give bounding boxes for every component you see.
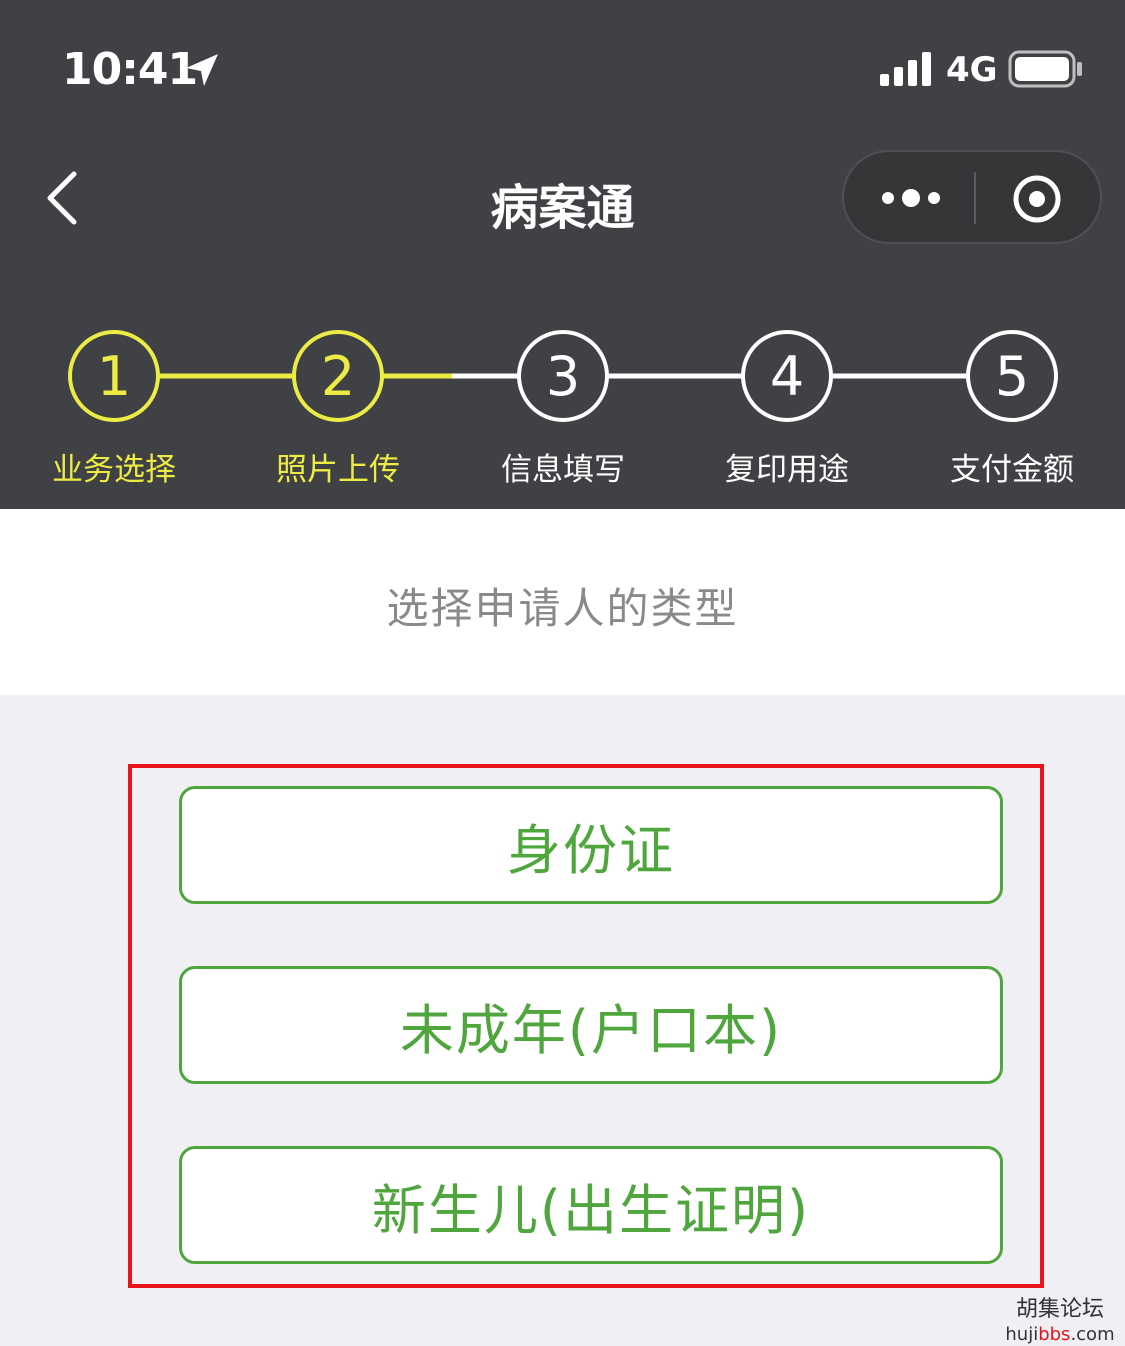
watermark-url-pre: huji <box>1005 1324 1039 1345</box>
heading-section: 选择申请人的类型 <box>0 509 1125 695</box>
stepper-connector <box>160 373 966 379</box>
step-5-circle: 5 <box>966 330 1058 422</box>
option-newborn-birth-cert-button[interactable]: 新生儿(出生证明) <box>179 1146 1003 1264</box>
option-id-card-button[interactable]: 身份证 <box>179 786 1003 904</box>
step-4-label: 复印用途 <box>725 452 849 488</box>
step-4-circle: 4 <box>741 330 833 422</box>
watermark-url-post: .com <box>1070 1324 1115 1345</box>
step-2-circle: 2 <box>292 330 384 422</box>
step-3-label: 信息填写 <box>501 452 625 488</box>
step-5-label: 支付金额 <box>950 452 1074 488</box>
watermark-url-accent: bbs <box>1038 1324 1071 1345</box>
watermark-name: 胡集论坛 <box>1015 1297 1104 1322</box>
section-heading: 选择申请人的类型 <box>386 584 739 633</box>
option-minor-household-button[interactable]: 未成年(户口本) <box>179 966 1003 1084</box>
step-1-label: 业务选择 <box>52 452 176 488</box>
header: 10:41 4G 病案通 1 2 3 4 5 业务选择 照片上传 信息填写 复印… <box>0 0 1125 509</box>
step-1-circle: 1 <box>68 330 160 422</box>
watermark-url: hujibbs.com <box>1005 1324 1115 1346</box>
watermark: 胡集论坛 hujibbs.com <box>1005 1296 1115 1346</box>
step-2-label: 照片上传 <box>276 452 400 488</box>
step-3-circle: 3 <box>517 330 609 422</box>
